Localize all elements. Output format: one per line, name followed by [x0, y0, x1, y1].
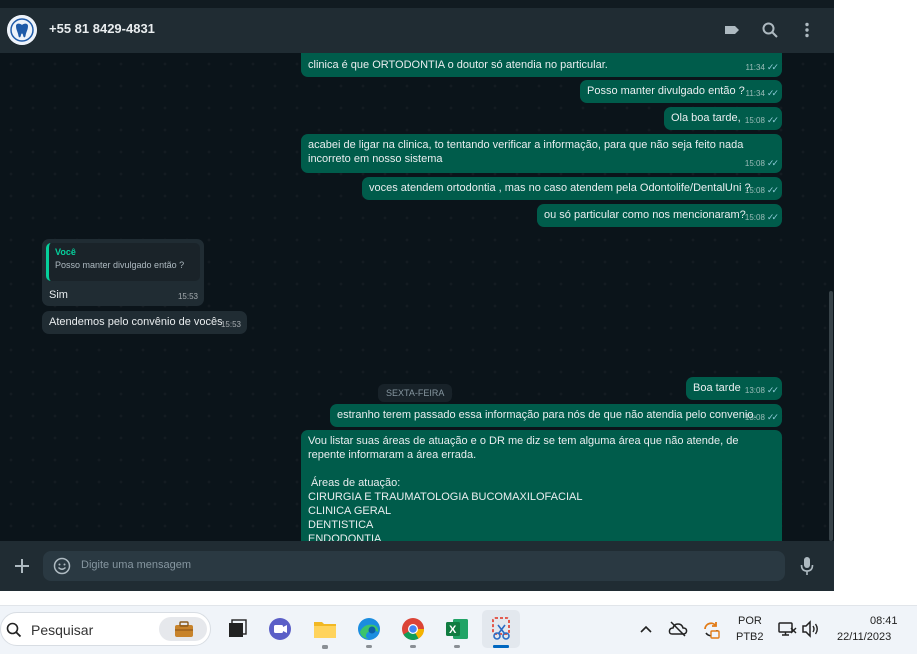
read-ticks-icon: ✓✓	[766, 62, 779, 72]
message-text: voces atendem ortodontia , mas no caso a…	[369, 182, 751, 194]
message-placeholder: Digite uma mensagem	[81, 559, 192, 571]
sync-icon[interactable]	[700, 618, 722, 640]
read-ticks-icon: ✓✓	[766, 212, 779, 222]
chrome-browser-icon[interactable]	[398, 614, 428, 644]
task-view-icon[interactable]	[221, 614, 251, 644]
outgoing-message[interactable]: clinica é que ORTODONTIA o doutor só ate…	[301, 53, 782, 77]
message-time: 13:08	[744, 413, 765, 422]
whatsapp-window: +55 81 8429-4831 clinica é que ORTODONTI…	[0, 8, 834, 591]
message-time: 15:53	[177, 292, 198, 301]
snipping-tool-button[interactable]	[482, 610, 520, 648]
emoji-icon[interactable]	[53, 557, 71, 575]
message-text: Atendemos pelo convênio de vocês	[49, 316, 223, 328]
message-list[interactable]: clinica é que ORTODONTIA o doutor só ate…	[0, 53, 834, 541]
outgoing-message[interactable]: voces atendem ortodontia , mas no caso a…	[362, 177, 782, 200]
outgoing-message[interactable]: Posso manter divulgado então ? 11:34 ✓✓	[580, 80, 782, 103]
message-composer: Digite uma mensagem	[0, 541, 834, 591]
contact-avatar[interactable]	[7, 15, 37, 45]
network-icon[interactable]	[777, 619, 797, 639]
search-icon[interactable]	[760, 20, 780, 40]
quote-text: Posso manter divulgado então ?	[55, 260, 185, 270]
message-text: acabei de ligar na clinica, to tentando …	[308, 139, 744, 165]
taskbar-search-box[interactable]: Pesquisar	[0, 612, 211, 646]
message-text: ENDODONTIA	[308, 533, 382, 541]
volume-icon[interactable]	[800, 619, 822, 639]
message-time: 11:34	[745, 63, 765, 72]
message-text: estranho terem passado essa informação p…	[337, 409, 757, 421]
input-language[interactable]: POR	[738, 615, 762, 627]
search-icon	[6, 622, 22, 638]
chevron-up-icon[interactable]	[638, 621, 654, 637]
search-label: Pesquisar	[31, 622, 94, 638]
message-time: 15:08	[744, 159, 765, 168]
edge-browser-icon[interactable]	[354, 614, 384, 644]
onedrive-offline-icon[interactable]	[668, 619, 688, 639]
outgoing-message[interactable]: Boa tarde 13:08 ✓✓	[686, 377, 782, 400]
outgoing-message[interactable]: estranho terem passado essa informação p…	[330, 404, 782, 427]
message-text: Vou listar suas áreas de atuação e o DR …	[308, 435, 739, 461]
menu-kebab-icon[interactable]	[797, 20, 817, 40]
running-indicator	[366, 645, 372, 648]
contact-name[interactable]: +55 81 8429-4831	[49, 21, 155, 36]
incoming-message[interactable]: Atendemos pelo convênio de vocês 15:53	[42, 311, 247, 334]
snipping-tool-icon	[492, 617, 510, 648]
window-top-strip	[0, 0, 834, 8]
read-ticks-icon: ✓✓	[766, 158, 779, 168]
read-ticks-icon: ✓✓	[766, 185, 779, 195]
incoming-message[interactable]: Você Posso manter divulgado então ? Sim …	[42, 239, 204, 306]
message-text: ou só particular como nos mencionaram?	[544, 209, 746, 221]
message-input[interactable]: Digite uma mensagem	[43, 551, 785, 581]
running-indicator	[454, 645, 460, 648]
read-ticks-icon: ✓✓	[766, 88, 779, 98]
keyboard-layout[interactable]: PTB2	[736, 631, 764, 643]
message-text: Sim	[49, 289, 68, 301]
attach-plus-icon[interactable]	[12, 556, 32, 576]
desktop-background	[834, 0, 917, 605]
running-indicator	[322, 645, 328, 648]
chat-header: +55 81 8429-4831	[0, 8, 834, 53]
message-time: 15:08	[744, 186, 765, 195]
microphone-icon[interactable]	[798, 555, 816, 577]
read-ticks-icon: ✓✓	[766, 115, 779, 125]
quoted-message[interactable]: Você Posso manter divulgado então ?	[46, 243, 200, 281]
message-time: 15:08	[744, 116, 765, 125]
message-text: Áreas de atuação:	[308, 477, 401, 489]
message-text: clinica é que ORTODONTIA o doutor só ate…	[308, 59, 608, 71]
clock-date[interactable]: 22/11/2023	[837, 631, 891, 643]
message-text: DENTISTICA	[308, 519, 374, 531]
label-icon[interactable]	[722, 20, 742, 40]
search-highlight	[159, 617, 207, 641]
outgoing-message[interactable]: acabei de ligar na clinica, to tentando …	[301, 134, 782, 173]
running-indicator	[410, 645, 416, 648]
message-time: 11:34	[745, 89, 765, 98]
active-app-indicator	[493, 645, 509, 648]
message-time: 15:08	[744, 213, 765, 222]
read-ticks-icon: ✓✓	[766, 412, 779, 422]
file-explorer-icon[interactable]	[310, 614, 340, 644]
outgoing-message[interactable]: Vou listar suas áreas de atuação e o DR …	[301, 430, 782, 541]
day-separator: SEXTA-FEIRA	[378, 384, 453, 402]
clock-time[interactable]: 08:41	[870, 615, 898, 627]
message-time: 15:53	[220, 320, 241, 329]
outgoing-message[interactable]: Ola boa tarde, 15:08 ✓✓	[664, 107, 782, 130]
excel-icon[interactable]: X	[442, 614, 472, 644]
tooth-logo-icon	[7, 15, 37, 45]
read-ticks-icon: ✓✓	[766, 385, 779, 395]
message-time: 13:08	[744, 386, 765, 395]
teams-chat-icon[interactable]	[265, 614, 295, 644]
svg-text:X: X	[449, 624, 457, 636]
briefcase-icon	[175, 621, 193, 637]
outgoing-message[interactable]: ou só particular como nos mencionaram? 1…	[537, 204, 782, 227]
message-text: CLINICA GERAL	[308, 505, 392, 517]
scrollbar-thumb[interactable]	[829, 291, 833, 541]
quote-author: Você	[55, 247, 76, 257]
message-text: CIRURGIA E TRAUMATOLOGIA BUCOMAXILOFACIA…	[308, 491, 583, 503]
